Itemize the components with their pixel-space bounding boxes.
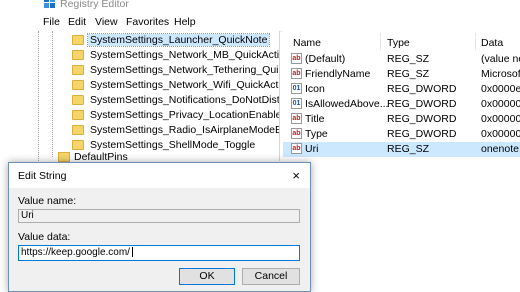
list-row[interactable]: ab Title REG_DWORD 0x000000 bbox=[283, 112, 520, 127]
folder-icon bbox=[72, 140, 84, 150]
value-name: Uri bbox=[305, 143, 319, 155]
value-name: FriendlyName bbox=[305, 68, 371, 80]
menu-view[interactable]: View bbox=[95, 16, 118, 28]
cancel-button[interactable]: Cancel bbox=[242, 268, 300, 285]
value-data-label: Value data: bbox=[18, 231, 71, 243]
folder-icon bbox=[72, 125, 84, 135]
registry-editor-icon bbox=[44, 0, 55, 8]
column-header-data[interactable]: Data bbox=[481, 37, 503, 49]
folder-icon bbox=[72, 95, 84, 105]
value-data: (value no bbox=[481, 53, 520, 65]
list-row[interactable]: ab FriendlyName REG_SZ Microsoft bbox=[283, 67, 520, 82]
string-value-icon: ab bbox=[291, 113, 302, 124]
value-data-text: https://keep.google.com/ bbox=[21, 247, 130, 258]
dialog-title: Edit String bbox=[18, 170, 67, 182]
column-divider[interactable] bbox=[475, 33, 476, 50]
list-row[interactable]: ab (Default) REG_SZ (value no bbox=[283, 52, 520, 67]
value-data: 0x0000000 bbox=[481, 128, 520, 140]
string-value-icon: ab bbox=[291, 128, 302, 139]
string-value-icon: ab bbox=[291, 68, 302, 79]
list-header: Name Type Data bbox=[283, 31, 520, 51]
list-row[interactable]: ab Uri REG_SZ onenote:A bbox=[283, 142, 520, 157]
folder-icon bbox=[72, 80, 84, 90]
value-type: REG_SZ bbox=[387, 68, 430, 80]
tree-item-label: SystemSettings_Radio_IsAirplaneModeEnab bbox=[90, 124, 280, 136]
folder-icon bbox=[72, 65, 84, 75]
value-type: REG_SZ bbox=[387, 53, 430, 65]
key-tree[interactable]: SystemSettings_Launcher_QuickNote System… bbox=[0, 31, 280, 161]
tree-item-label: SystemSettings_Network_MB_QuickAction bbox=[90, 49, 280, 61]
window-title: Registry Editor bbox=[60, 0, 129, 10]
value-type: REG_DWORD bbox=[387, 98, 457, 110]
folder-icon bbox=[72, 50, 84, 60]
column-header-name[interactable]: Name bbox=[293, 37, 321, 49]
value-name-field: Uri bbox=[18, 209, 300, 223]
menu-favorites[interactable]: Favorites bbox=[126, 16, 169, 28]
value-name: Title bbox=[305, 113, 325, 125]
tree-item-label: SystemSettings_Privacy_LocationEnabledUs bbox=[90, 109, 280, 121]
value-name-label: Value name: bbox=[18, 195, 77, 207]
value-list[interactable]: Name Type Data ab (Default) REG_SZ (valu… bbox=[283, 31, 520, 161]
tree-guide-line bbox=[38, 31, 39, 161]
value-type: REG_DWORD bbox=[387, 113, 457, 125]
value-data: 0x000000 bbox=[481, 113, 520, 125]
string-value-icon: ab bbox=[291, 143, 302, 154]
value-type: REG_SZ bbox=[387, 143, 430, 155]
text-caret bbox=[131, 247, 133, 258]
value-type: REG_DWORD bbox=[387, 83, 457, 95]
dialog-title-bar[interactable]: Edit String × bbox=[9, 163, 310, 188]
value-data: onenote:A bbox=[481, 143, 520, 155]
close-icon[interactable]: × bbox=[292, 168, 300, 183]
folder-icon bbox=[58, 152, 70, 162]
list-row[interactable]: 01 IsAllowedAbove... REG_DWORD 0x0000000 bbox=[283, 97, 520, 112]
folder-icon bbox=[72, 35, 84, 45]
ok-button[interactable]: OK bbox=[179, 268, 235, 285]
tree-item-label: SystemSettings_ShellMode_Toggle bbox=[90, 139, 256, 151]
list-row[interactable]: 01 Icon REG_DWORD 0x0000e70 bbox=[283, 82, 520, 97]
menu-edit[interactable]: Edit bbox=[68, 16, 86, 28]
value-data: 0x0000000 bbox=[481, 98, 520, 110]
folder-icon bbox=[72, 110, 84, 120]
value-name: Icon bbox=[305, 83, 325, 95]
value-data-input[interactable]: https://keep.google.com/ bbox=[18, 245, 300, 261]
tree-item-label: SystemSettings_Launcher_QuickNote bbox=[86, 33, 271, 47]
value-type: REG_DWORD bbox=[387, 128, 457, 140]
list-row[interactable]: ab Type REG_DWORD 0x0000000 bbox=[283, 127, 520, 142]
menu-help[interactable]: Help bbox=[174, 16, 196, 28]
value-name: IsAllowedAbove... bbox=[305, 98, 389, 110]
title-bar: Registry Editor bbox=[0, 0, 520, 14]
value-data: 0x0000e70 bbox=[481, 83, 520, 95]
value-data: Microsoft bbox=[481, 68, 520, 80]
column-header-type[interactable]: Type bbox=[387, 37, 410, 49]
value-name: (Default) bbox=[305, 53, 346, 65]
tree-item-label: SystemSettings_Network_Wifi_QuickAction bbox=[90, 79, 280, 91]
value-name: Type bbox=[305, 128, 328, 140]
string-value-icon: ab bbox=[291, 53, 302, 64]
edit-string-dialog: Edit String × Value name: Uri Value data… bbox=[8, 162, 311, 292]
dword-value-icon: 01 bbox=[291, 98, 302, 109]
menu-bar: File Edit View Favorites Help bbox=[0, 14, 520, 32]
tree-item-label: SystemSettings_Network_Tethering_QuickA bbox=[90, 64, 280, 76]
menu-file[interactable]: File bbox=[43, 16, 60, 28]
dword-value-icon: 01 bbox=[291, 83, 302, 94]
column-divider[interactable] bbox=[380, 33, 381, 50]
tree-item-label: SystemSettings_Notifications_DoNotDistur… bbox=[90, 94, 280, 106]
tree-guide-line bbox=[52, 31, 53, 157]
